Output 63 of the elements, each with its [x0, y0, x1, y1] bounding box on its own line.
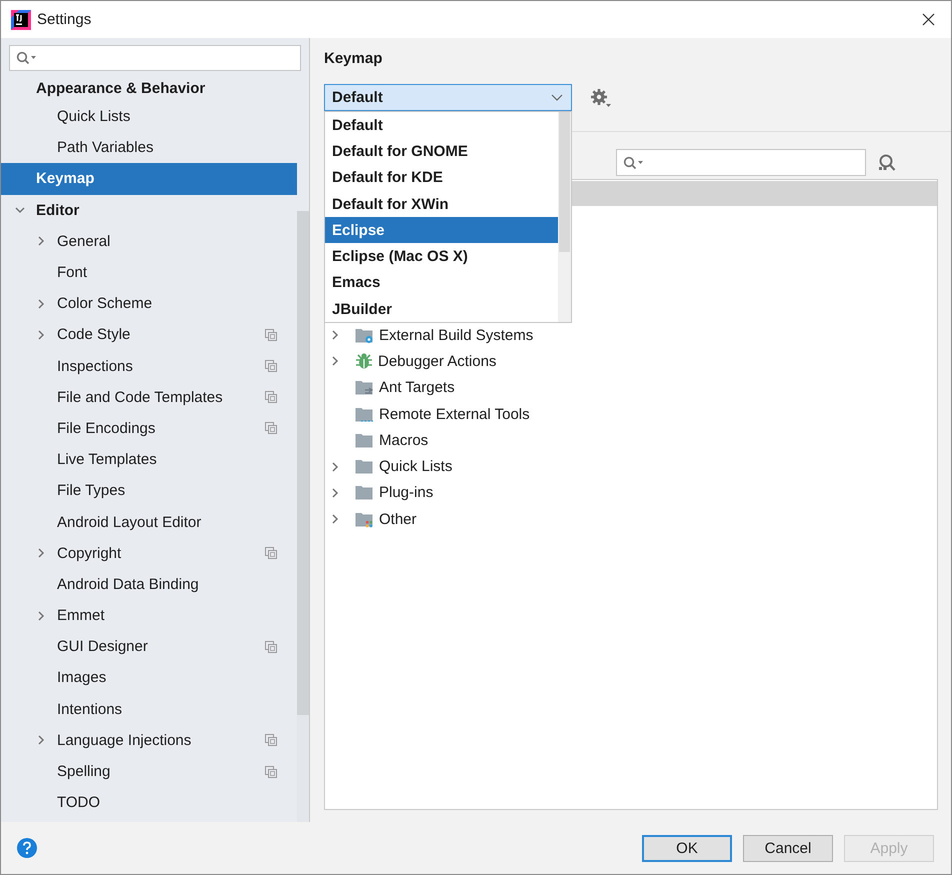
folder-arrow-icon — [355, 379, 374, 396]
sidebar-item[interactable]: Keymap — [1, 163, 297, 195]
find-shortcut-icon[interactable] — [876, 152, 896, 172]
dropdown-option[interactable]: Default for GNOME — [325, 138, 558, 165]
dropdown-option[interactable]: Eclipse — [325, 217, 558, 244]
bug-icon — [355, 352, 373, 370]
settings-icon[interactable] — [590, 88, 612, 108]
sidebar-item[interactable]: Code Style — [1, 319, 297, 350]
dropdown-option[interactable]: Emacs — [325, 270, 558, 296]
help-icon[interactable] — [17, 838, 37, 858]
sidebar-item[interactable]: Appearance & Behavior — [1, 75, 297, 101]
sidebar-item[interactable]: File Types — [1, 475, 297, 506]
keymap-dropdown[interactable]: Default — [324, 84, 572, 111]
sidebar-item[interactable]: GUI Designer — [1, 631, 297, 662]
folder-icon — [355, 458, 374, 476]
folder-colored-dots-icon — [355, 510, 374, 528]
sidebar-item[interactable]: Android Data Binding — [1, 568, 297, 600]
dropdown-option[interactable]: Default for XWin — [325, 190, 558, 218]
search-icon — [16, 51, 38, 65]
cancel-button[interactable]: Cancel — [743, 834, 833, 862]
app-logo-icon — [11, 10, 31, 30]
chevron-icon — [551, 94, 563, 102]
scrollbar[interactable] — [558, 112, 571, 322]
sidebar-item[interactable]: General — [1, 226, 297, 257]
sidebar-item[interactable]: Color Scheme — [1, 288, 297, 320]
tree-item[interactable]: Debugger Actions — [325, 348, 937, 375]
search-icon — [623, 156, 645, 170]
page-title: Keymap — [324, 50, 384, 69]
sidebar-item[interactable]: Editor — [1, 194, 297, 226]
sidebar-item[interactable]: Quick Lists — [1, 101, 297, 132]
sidebar-item[interactable]: TODO — [1, 787, 297, 818]
tree-item[interactable]: Quick Lists — [325, 453, 937, 480]
tree-item[interactable]: Remote External Tools — [325, 400, 937, 428]
dropdown-option[interactable]: Eclipse (Mac OS X) — [325, 243, 558, 270]
scrollbar[interactable] — [297, 211, 309, 822]
sidebar-item[interactable]: File and Code Templates — [1, 382, 297, 413]
sidebar-item[interactable]: Font — [1, 256, 297, 288]
folder-icon — [355, 484, 374, 502]
dropdown-option[interactable]: JBuilder — [325, 296, 558, 322]
folder-dots-icon — [355, 406, 374, 423]
sidebar-item[interactable]: File Encodings — [1, 412, 297, 444]
window-title: Settings — [37, 11, 92, 28]
tree-item[interactable]: Ant Targets — [325, 374, 937, 401]
dropdown-option[interactable]: Default — [325, 112, 558, 138]
sidebar-item[interactable]: Emmet — [1, 600, 297, 632]
sidebar-item[interactable]: Inspections — [1, 350, 297, 382]
folder-icon — [355, 432, 374, 449]
close-icon[interactable] — [922, 13, 935, 26]
sidebar-item[interactable]: Spelling — [1, 756, 297, 788]
tree-item[interactable]: Macros — [325, 427, 937, 454]
sidebar-item[interactable]: Copyright — [1, 538, 297, 569]
dropdown-option[interactable]: Default for KDE — [325, 164, 558, 191]
tree-item[interactable]: Other — [325, 506, 937, 532]
tree-item[interactable]: External Build Systems — [325, 322, 937, 348]
sidebar-item[interactable]: Images — [1, 662, 297, 694]
folder-gear-icon — [355, 326, 374, 344]
sidebar-item[interactable]: Live Templates — [1, 444, 297, 476]
sidebar-item[interactable]: Android Layout Editor — [1, 506, 297, 538]
sidebar-item[interactable]: Language Injections — [1, 724, 297, 756]
tree-item[interactable]: Plug-ins — [325, 480, 937, 506]
ok-button[interactable]: OK — [642, 834, 732, 862]
sidebar-item[interactable]: Intentions — [1, 694, 297, 725]
sidebar-item[interactable]: Path Variables — [1, 132, 297, 164]
